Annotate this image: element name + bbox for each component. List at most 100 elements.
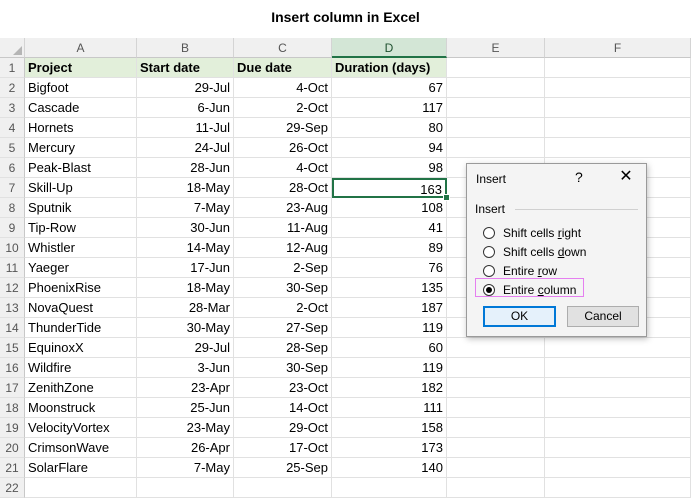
cell-d5[interactable]: 94 (332, 138, 447, 158)
cell-c2[interactable]: 4-Oct (234, 78, 332, 98)
cell-d12[interactable]: 135 (332, 278, 447, 298)
column-header-e[interactable]: E (447, 38, 545, 58)
cell-a11[interactable]: Yaeger (25, 258, 137, 278)
cell-b3[interactable]: 6-Jun (137, 98, 234, 118)
column-header-b[interactable]: B (137, 38, 234, 58)
cell-b15[interactable]: 29-Jul (137, 338, 234, 358)
cell-f2[interactable] (545, 78, 691, 98)
row-header-6[interactable]: 6 (0, 158, 25, 178)
cell-e18[interactable] (447, 398, 545, 418)
cell-c16[interactable]: 30-Sep (234, 358, 332, 378)
cell-e5[interactable] (447, 138, 545, 158)
cell-c13[interactable]: 2-Oct (234, 298, 332, 318)
cell-a4[interactable]: Hornets (25, 118, 137, 138)
cell-e21[interactable] (447, 458, 545, 478)
cell-c7[interactable]: 28-Oct (234, 178, 332, 198)
cell-e20[interactable] (447, 438, 545, 458)
cell-c14[interactable]: 27-Sep (234, 318, 332, 338)
cell-b17[interactable]: 23-Apr (137, 378, 234, 398)
cell-e2[interactable] (447, 78, 545, 98)
cell-f1[interactable] (545, 58, 691, 78)
row-header-20[interactable]: 20 (0, 438, 25, 458)
row-header-5[interactable]: 5 (0, 138, 25, 158)
cell-a22[interactable] (25, 478, 137, 498)
cell-a17[interactable]: ZenithZone (25, 378, 137, 398)
cell-c20[interactable]: 17-Oct (234, 438, 332, 458)
cell-b8[interactable]: 7-May (137, 198, 234, 218)
row-header-18[interactable]: 18 (0, 398, 25, 418)
row-header-14[interactable]: 14 (0, 318, 25, 338)
cell-d20[interactable]: 173 (332, 438, 447, 458)
cell-c11[interactable]: 2-Sep (234, 258, 332, 278)
cell-a3[interactable]: Cascade (25, 98, 137, 118)
radio-option-3[interactable]: Entire row (483, 263, 557, 279)
row-header-21[interactable]: 21 (0, 458, 25, 478)
cell-f22[interactable] (545, 478, 691, 498)
cell-d4[interactable]: 80 (332, 118, 447, 138)
radio-button[interactable] (483, 227, 495, 239)
cell-d21[interactable]: 140 (332, 458, 447, 478)
cell-b7[interactable]: 18-May (137, 178, 234, 198)
cell-c22[interactable] (234, 478, 332, 498)
cell-d22[interactable] (332, 478, 447, 498)
cell-c12[interactable]: 30-Sep (234, 278, 332, 298)
cell-d10[interactable]: 89 (332, 238, 447, 258)
cell-b1[interactable]: Start date (137, 58, 234, 78)
cell-c6[interactable]: 4-Oct (234, 158, 332, 178)
cell-d3[interactable]: 117 (332, 98, 447, 118)
cell-e22[interactable] (447, 478, 545, 498)
cell-c15[interactable]: 28-Sep (234, 338, 332, 358)
radio-option-4[interactable]: Entire column (483, 282, 576, 298)
cell-f19[interactable] (545, 418, 691, 438)
cell-d15[interactable]: 60 (332, 338, 447, 358)
cell-a5[interactable]: Mercury (25, 138, 137, 158)
cell-a15[interactable]: EquinoxX (25, 338, 137, 358)
row-header-4[interactable]: 4 (0, 118, 25, 138)
cell-a2[interactable]: Bigfoot (25, 78, 137, 98)
cell-a6[interactable]: Peak-Blast (25, 158, 137, 178)
radio-option-1[interactable]: Shift cells right (483, 225, 581, 241)
cell-a14[interactable]: ThunderTide (25, 318, 137, 338)
cell-c3[interactable]: 2-Oct (234, 98, 332, 118)
cell-c9[interactable]: 11-Aug (234, 218, 332, 238)
row-header-22[interactable]: 22 (0, 478, 25, 498)
cell-c8[interactable]: 23-Aug (234, 198, 332, 218)
cell-f5[interactable] (545, 138, 691, 158)
cell-a7[interactable]: Skill-Up (25, 178, 137, 198)
cell-f16[interactable] (545, 358, 691, 378)
cell-d2[interactable]: 67 (332, 78, 447, 98)
cell-e17[interactable] (447, 378, 545, 398)
cell-a13[interactable]: NovaQuest (25, 298, 137, 318)
cell-d8[interactable]: 108 (332, 198, 447, 218)
cell-f4[interactable] (545, 118, 691, 138)
cell-d18[interactable]: 111 (332, 398, 447, 418)
cell-f17[interactable] (545, 378, 691, 398)
cell-f20[interactable] (545, 438, 691, 458)
cell-a9[interactable]: Tip-Row (25, 218, 137, 238)
cell-b21[interactable]: 7-May (137, 458, 234, 478)
row-header-12[interactable]: 12 (0, 278, 25, 298)
cell-d16[interactable]: 119 (332, 358, 447, 378)
cell-a8[interactable]: Sputnik (25, 198, 137, 218)
cell-a18[interactable]: Moonstruck (25, 398, 137, 418)
cell-b13[interactable]: 28-Mar (137, 298, 234, 318)
cell-e1[interactable] (447, 58, 545, 78)
cell-e16[interactable] (447, 358, 545, 378)
cell-c4[interactable]: 29-Sep (234, 118, 332, 138)
cell-c18[interactable]: 14-Oct (234, 398, 332, 418)
row-header-3[interactable]: 3 (0, 98, 25, 118)
cell-a21[interactable]: SolarFlare (25, 458, 137, 478)
cell-e3[interactable] (447, 98, 545, 118)
cell-a20[interactable]: CrimsonWave (25, 438, 137, 458)
radio-button[interactable] (483, 246, 495, 258)
row-header-11[interactable]: 11 (0, 258, 25, 278)
fill-handle[interactable] (443, 194, 450, 201)
column-header-a[interactable]: A (25, 38, 137, 58)
row-header-19[interactable]: 19 (0, 418, 25, 438)
radio-option-2[interactable]: Shift cells down (483, 244, 586, 260)
cell-e15[interactable] (447, 338, 545, 358)
help-icon[interactable]: ? (575, 169, 583, 185)
radio-button[interactable] (483, 284, 495, 296)
cell-d19[interactable]: 158 (332, 418, 447, 438)
column-header-c[interactable]: C (234, 38, 332, 58)
